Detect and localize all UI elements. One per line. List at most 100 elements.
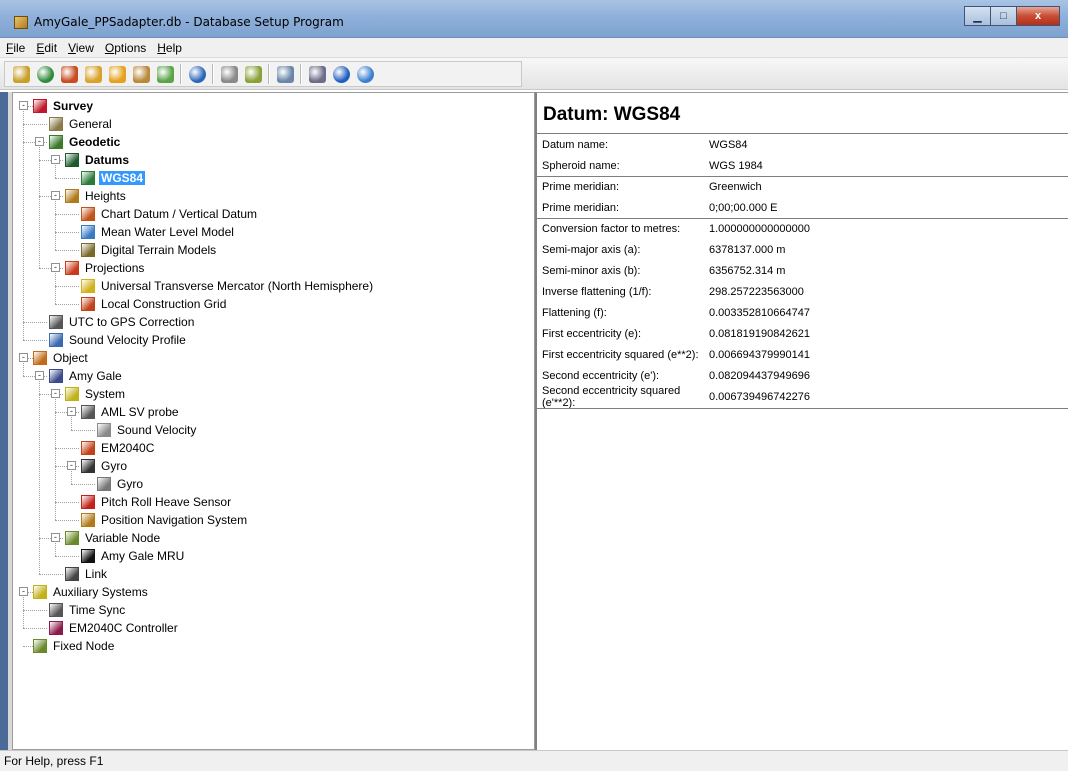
tree-node-label: Geodetic: [69, 135, 121, 149]
wgs84-icon: [81, 171, 95, 185]
property-row: Spheroid name: WGS 1984: [542, 156, 1062, 176]
tree-node[interactable]: Chart Datum / Vertical Datum: [81, 205, 259, 223]
tree-node[interactable]: Fixed Node: [33, 637, 116, 655]
tree-node-label: Amy Gale MRU: [101, 549, 185, 563]
menu-options[interactable]: Options: [105, 41, 146, 55]
status-bar: For Help, press F1: [0, 750, 1068, 771]
close-button[interactable]: x: [1016, 6, 1060, 26]
tree-node[interactable]: Amy Gale MRU: [81, 547, 186, 565]
tree-node[interactable]: Geodetic: [49, 133, 122, 151]
tree-node[interactable]: Link: [65, 565, 109, 583]
property-label: Semi-minor axis (b):: [542, 265, 641, 277]
survey-icon: [33, 99, 47, 113]
tree-node[interactable]: Survey: [33, 97, 95, 115]
tree-view[interactable]: - Survey General - Geodetic - Datums WGS84- Heig…: [12, 92, 535, 750]
tree-node[interactable]: Gyro: [97, 475, 145, 493]
help-button[interactable]: [353, 63, 377, 85]
tree-node-label: Amy Gale: [69, 369, 122, 383]
property-row: Conversion factor to metres: 1.0000000000…: [542, 219, 1062, 239]
property-label: Flattening (f):: [542, 307, 607, 319]
tree-expander[interactable]: -: [35, 137, 44, 146]
tree-expander[interactable]: -: [35, 371, 44, 380]
property-value: 0;00;00.000 E: [709, 202, 778, 214]
tree-node[interactable]: Object: [33, 349, 90, 367]
tree-node[interactable]: Sound Velocity: [97, 421, 198, 439]
node-icon: [33, 639, 47, 653]
clock-icon: [49, 603, 63, 617]
tree-node[interactable]: Local Construction Grid: [81, 295, 228, 313]
info-button[interactable]: [329, 63, 353, 85]
tree-node-label: Variable Node: [85, 531, 161, 545]
globe-grid-button[interactable]: [185, 63, 209, 85]
toolbar-strip: [4, 61, 522, 87]
globe-grid-icon: [188, 65, 206, 83]
menu-help[interactable]: Help: [157, 41, 182, 55]
tree-connector: [23, 628, 47, 629]
tree-node-label: Survey: [53, 99, 94, 113]
gyro-data-icon: [97, 477, 111, 491]
menu-edit[interactable]: Edit: [36, 41, 57, 55]
satellite-icon: [220, 65, 238, 83]
tree-connector: [55, 214, 79, 215]
print-button[interactable]: [305, 63, 329, 85]
tree-node[interactable]: UTC to GPS Correction: [49, 313, 196, 331]
property-value: 6356752.314 m: [709, 265, 786, 277]
tree-expander[interactable]: -: [19, 587, 28, 596]
ship-button[interactable]: [57, 63, 81, 85]
tree-node[interactable]: EM2040C: [81, 439, 156, 457]
tree-expander[interactable]: -: [19, 101, 28, 110]
tree-node[interactable]: Gyro: [81, 457, 129, 475]
tree-node[interactable]: AML SV probe: [81, 403, 181, 421]
window-title: AmyGale_PPSadapter.db - Database Setup P…: [34, 15, 344, 29]
tree-node[interactable]: WGS84: [81, 169, 146, 187]
property-row: Semi-major axis (a): 6378137.000 m: [542, 240, 1062, 260]
menu-view[interactable]: View: [68, 41, 94, 55]
motion-sensor-icon: [81, 495, 95, 509]
maximize-button[interactable]: □: [990, 6, 1017, 26]
pencil-button[interactable]: [241, 63, 265, 85]
tree-expander[interactable]: -: [51, 533, 60, 542]
property-value: 0.081819190842621: [709, 328, 810, 340]
tree-node[interactable]: Universal Transverse Mercator (North Hem…: [81, 277, 375, 295]
tree-node[interactable]: Position Navigation System: [81, 511, 249, 529]
tree-node[interactable]: Projections: [65, 259, 146, 277]
tree-expander[interactable]: -: [67, 461, 76, 470]
tree-node[interactable]: EM2040C Controller: [49, 619, 180, 637]
checklist-button[interactable]: [9, 63, 33, 85]
tree-node[interactable]: Sound Velocity Profile: [49, 331, 188, 349]
tree-connector: [55, 502, 79, 503]
globe-button[interactable]: [33, 63, 57, 85]
tree-expander[interactable]: -: [51, 389, 60, 398]
toolbar-separator: [212, 64, 214, 84]
satellite-button[interactable]: [217, 63, 241, 85]
property-value: 0.006694379990141: [709, 349, 810, 361]
detail-panel: Datum: WGS84 Datum name: WGS84 Spheroid na…: [535, 92, 1068, 750]
magic-wand-button[interactable]: [81, 63, 105, 85]
tree-node[interactable]: Heights: [65, 187, 128, 205]
tree-node[interactable]: Pitch Roll Heave Sensor: [81, 493, 233, 511]
tree-expander[interactable]: -: [51, 155, 60, 164]
tree-expander[interactable]: -: [51, 191, 60, 200]
tree-expander[interactable]: -: [51, 263, 60, 272]
tree-node[interactable]: Mean Water Level Model: [81, 223, 236, 241]
left-edge: [0, 92, 12, 750]
tree-node[interactable]: Auxiliary Systems: [33, 583, 150, 601]
tree-node[interactable]: General: [49, 115, 114, 133]
vessel-button[interactable]: [129, 63, 153, 85]
menu-file[interactable]: File: [6, 41, 25, 55]
tree-expander[interactable]: -: [67, 407, 76, 416]
tree-connector: [39, 147, 40, 268]
tree-node[interactable]: Digital Terrain Models: [81, 241, 218, 259]
add-sensor-button[interactable]: [105, 63, 129, 85]
tree-expander[interactable]: -: [19, 353, 28, 362]
tree-node[interactable]: Amy Gale: [49, 367, 124, 385]
tree-connector: [71, 471, 72, 484]
print-preview-button[interactable]: [273, 63, 297, 85]
tree-node[interactable]: Variable Node: [65, 529, 162, 547]
tree-node[interactable]: Time Sync: [49, 601, 127, 619]
tree-node[interactable]: Datums: [65, 151, 131, 169]
tree-node[interactable]: System: [65, 385, 127, 403]
minimize-button[interactable]: ▁: [964, 6, 991, 26]
vessel-icon: [132, 65, 150, 83]
link-button[interactable]: [153, 63, 177, 85]
